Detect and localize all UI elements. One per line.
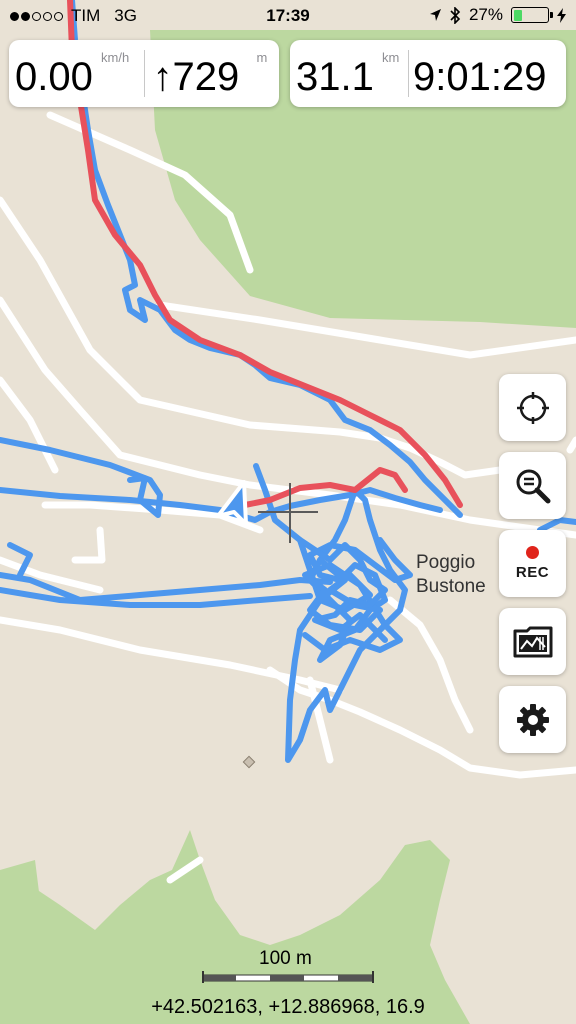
location-services-icon <box>429 9 441 21</box>
altitude-unit: m <box>256 50 268 65</box>
tracks-folder-icon <box>513 626 552 657</box>
bluetooth-icon <box>450 6 461 24</box>
place-name-line1: Poggio <box>416 552 476 573</box>
charging-icon <box>557 7 566 23</box>
record-dot-icon <box>526 546 539 559</box>
locate-button[interactable] <box>499 374 566 441</box>
scale-bar <box>202 971 374 983</box>
coordinates-readout: +42.502163, +12.886968, 16.9 <box>151 996 425 1018</box>
record-label: REC <box>515 564 550 581</box>
speed-altitude-panel[interactable]: 0.00 km/h ↑729 m <box>9 40 279 107</box>
speed-readout: 0.00 km/h <box>9 40 144 107</box>
zoom-out-magnifier-icon <box>516 469 550 503</box>
gear-icon <box>516 703 549 736</box>
zoom-out-button[interactable] <box>499 452 566 519</box>
crosshair-locate-icon <box>516 391 549 424</box>
place-name-label: Poggio Bustone <box>416 551 486 599</box>
altitude-value: ↑729 <box>152 55 240 99</box>
distance-time-panel[interactable]: 31.1 km 9:01:29 <box>290 40 566 107</box>
altitude-readout: ↑729 m <box>143 50 280 99</box>
map-canvas[interactable] <box>0 0 576 1024</box>
battery-percent: 27% <box>468 5 503 24</box>
status-bar: TIM 3G 17:39 27% <box>0 0 576 32</box>
settings-button[interactable] <box>499 686 566 753</box>
distance-unit: km <box>382 50 400 65</box>
duration-value: 9:01:29 <box>413 55 547 99</box>
distance-value: 31.1 <box>296 55 374 99</box>
place-name-line2: Bustone <box>416 576 486 597</box>
status-right: 27% <box>429 5 566 25</box>
battery-icon <box>511 7 553 23</box>
tracks-button[interactable] <box>499 608 566 675</box>
distance-readout: 31.1 km <box>290 40 408 107</box>
battery-level <box>513 9 523 21</box>
speed-value: 0.00 <box>15 55 93 99</box>
scale-label: 100 m <box>259 948 312 969</box>
speed-unit: km/h <box>101 50 130 65</box>
duration-readout: 9:01:29 <box>408 50 566 97</box>
record-button[interactable]: REC <box>499 530 566 597</box>
